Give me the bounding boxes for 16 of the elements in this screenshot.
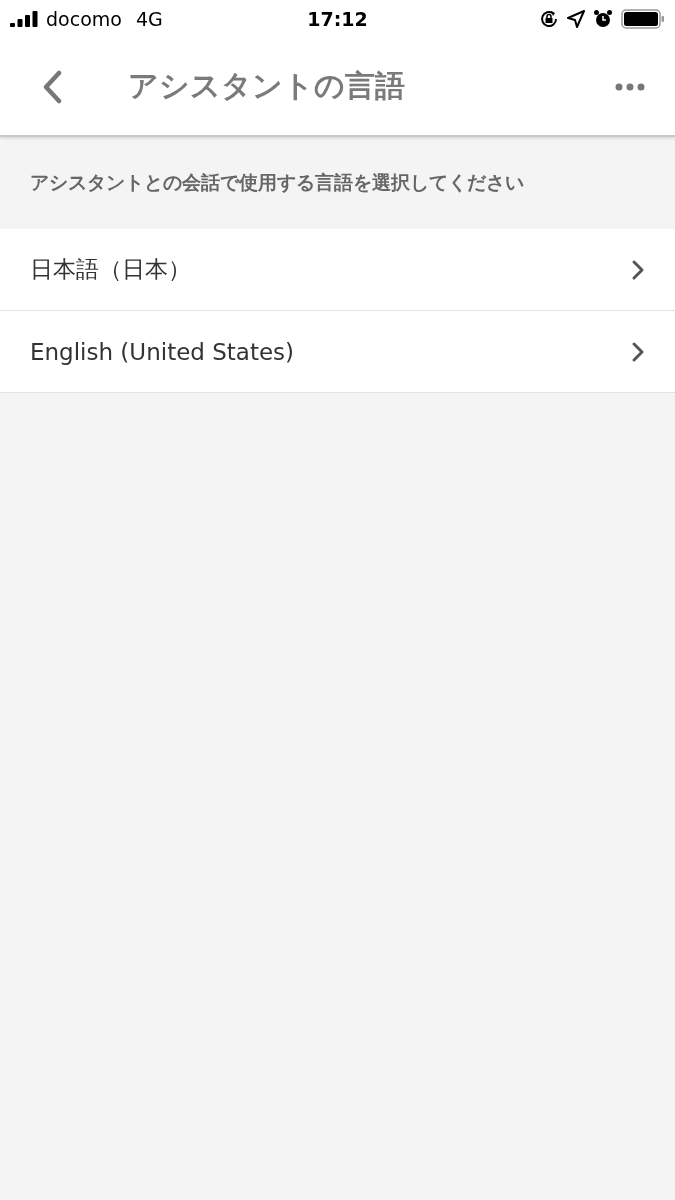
language-item[interactable]: English (United States) [0,311,675,393]
back-icon [41,69,63,104]
language-item[interactable]: 日本語（日本） [0,229,675,311]
chevron-icon [631,258,645,281]
carrier-name: docomo [46,8,122,30]
network-type: 4G [135,8,163,30]
more-icon [615,82,645,91]
alarm-icon [593,9,613,29]
battery-icon [621,9,665,29]
section-description: アシスタントとの会話で使用する言語を選択してください [29,170,525,195]
signal-icon [10,11,40,27]
status-time: 17:12 [306,8,369,30]
location-icon [567,10,585,28]
chevron-icon [631,340,645,363]
orientation-lock-icon [539,9,559,29]
page-title: アシスタントの言語 [128,67,405,105]
